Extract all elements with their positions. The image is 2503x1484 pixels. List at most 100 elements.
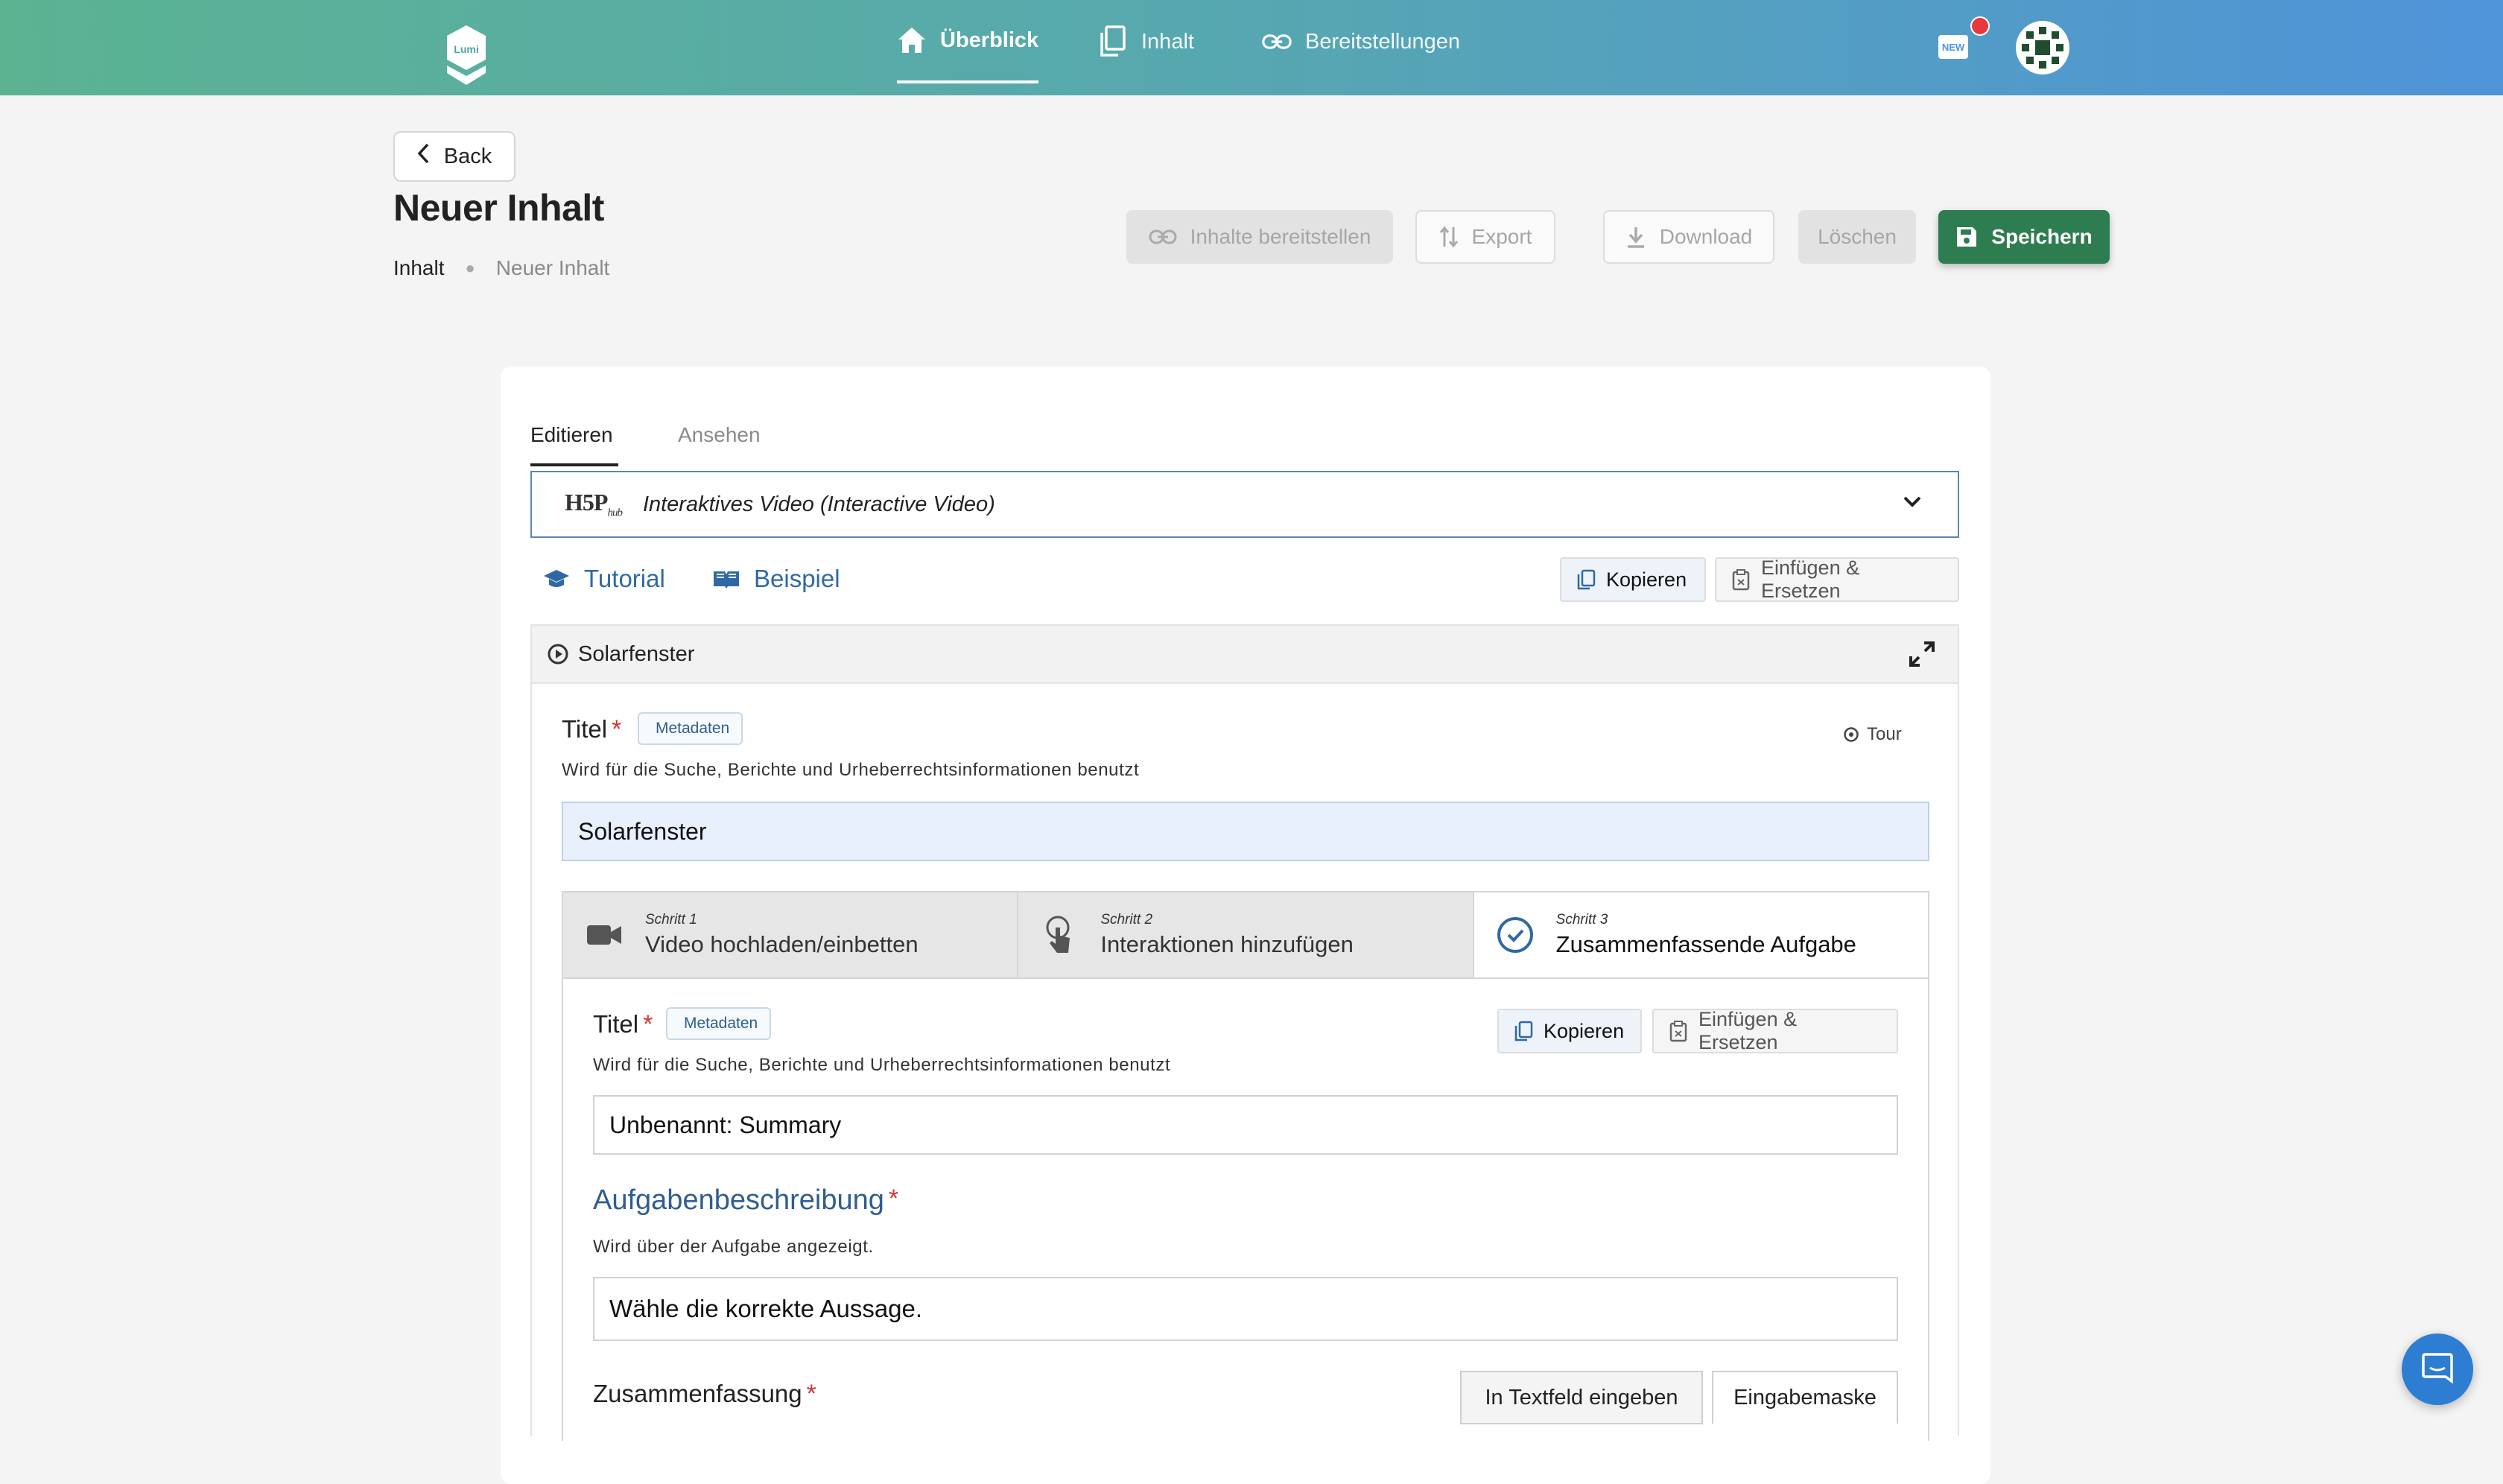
required-marker: * [643,1010,653,1039]
copy-icon [1576,569,1596,590]
paste-replace-label: Einfügen & Ersetzen [1761,556,1860,602]
summary-metadata-button[interactable]: Metadaten [666,1007,772,1040]
breadcrumb: Inhalt ● Neuer Inhalt [393,256,609,280]
required-marker: * [612,715,622,743]
step-3-label: Zusammenfassende Aufgabe [1555,931,1856,957]
summary-paste-replace-button[interactable]: Einfügen & Ersetzen [1652,1008,1898,1053]
export-button[interactable]: Export [1415,210,1555,264]
tour-label: Tour [1867,724,1902,744]
example-label: Beispiel [754,565,840,592]
title-hint: Wird für die Suche, Berichte und Urheber… [562,760,1140,780]
back-button[interactable]: Back [393,131,515,182]
new-features-icon[interactable]: NEW [1938,34,1969,60]
download-label: Download [1659,225,1753,248]
section-title: Solarfenster [578,641,695,666]
nav-overview-label: Überblick [940,28,1039,52]
chat-help-button[interactable] [2402,1334,2473,1405]
clipboard-icon [1669,1020,1688,1042]
export-arrows-icon [1439,226,1459,248]
chat-bubble-icon [2421,1351,2454,1388]
new-badge-text: NEW [1942,42,1965,53]
task-description-hint: Wird über der Aufgabe angezeigt. [593,1237,874,1257]
play-circle-icon [547,643,569,665]
nav-deployments[interactable]: Bereitstellungen [1262,0,1460,83]
logo-text: Lumi [454,43,478,55]
wizard-steps: Schritt 1 Video hochladen/einbetten Schr… [562,891,1929,979]
summary-label-text: Zusammenfassung [593,1380,802,1407]
clipboard-icon [1731,568,1751,591]
title-input[interactable]: Solarfenster [562,802,1929,861]
breadcrumb-current: Neuer Inhalt [495,256,610,279]
share-content-button[interactable]: Inhalte bereitstellen [1126,210,1393,264]
task-description-label: Aufgabenbeschreibung * [593,1185,898,1217]
save-disk-icon [1955,226,1978,248]
tutorial-link[interactable]: Tutorial [542,565,665,593]
step-add-interactions[interactable]: Schritt 2 Interaktionen hinzufügen [1017,892,1473,977]
summary-title-hint: Wird für die Suche, Berichte und Urheber… [593,1055,1171,1075]
check-circle-icon [1474,916,1556,954]
back-label: Back [443,144,492,168]
expand-icon[interactable] [1909,641,1935,673]
video-camera-icon [563,922,645,948]
page-title: Neuer Inhalt [393,187,604,229]
home-icon [897,25,927,55]
nav-deployments-label: Bereitstellungen [1305,29,1460,54]
step-summary-task[interactable]: Schritt 3 Zusammenfassende Aufgabe [1472,892,1928,977]
nav-overview[interactable]: Überblick [897,0,1039,83]
content-type-selector[interactable]: H5Phub Interaktives Video (Interactive V… [530,471,1959,538]
breadcrumb-content[interactable]: Inhalt [393,256,445,280]
link-icon [1149,229,1177,245]
metadata-button[interactable]: Metadaten [638,712,743,745]
chevron-down-icon [1903,495,1922,512]
step-3-sub: Schritt 3 [1555,912,1608,928]
step-upload-video[interactable]: Schritt 1 Video hochladen/einbetten [563,892,1018,977]
summary-title-label-text: Titel [593,1010,639,1038]
summary-paste-replace-label: Einfügen & Ersetzen [1698,1008,1798,1053]
task-description-input[interactable]: Wähle die korrekte Aussage. [593,1277,1898,1341]
video-section-header[interactable]: Solarfenster [530,624,1959,684]
summary-copy-button[interactable]: Kopieren [1497,1009,1642,1053]
notification-dot [1970,16,1990,36]
summary-title-input[interactable]: Unbenannt: Summary [593,1095,1898,1155]
tab-view[interactable]: Ansehen [678,423,761,447]
tutorial-label: Tutorial [584,565,665,592]
paste-replace-button[interactable]: Einfügen & Ersetzen [1715,556,1959,602]
download-button[interactable]: Download [1603,210,1774,264]
form-mode-button[interactable]: Eingabemaske [1712,1371,1898,1424]
link-icon [1262,27,1292,57]
hub-logo-sub: hub [607,507,622,519]
tour-icon [1843,726,1859,743]
required-marker: * [888,1185,899,1213]
download-icon [1625,226,1646,248]
step-1-sub: Schritt 1 [645,912,697,928]
summary-label: Zusammenfassung * [593,1380,816,1409]
summary-title-label: Titel * [593,1010,653,1039]
required-marker: * [806,1380,816,1408]
tab-edit[interactable]: Editieren [530,423,613,447]
copy-icon [1098,25,1128,57]
step-2-sub: Schritt 2 [1100,912,1153,928]
lumi-logo[interactable]: Lumi [444,24,489,86]
step-1-label: Video hochladen/einbetten [645,931,919,957]
copy-icon [1514,1021,1533,1041]
example-link[interactable]: Beispiel [712,565,840,593]
delete-label: Löschen [1818,225,1897,248]
step-2-label: Interaktionen hinzufügen [1100,931,1354,957]
copy-button[interactable]: Kopieren [1560,557,1706,602]
task-description-label-text: Aufgabenbeschreibung [593,1185,884,1216]
graduation-cap-icon [542,568,571,589]
share-content-label: Inhalte bereitstellen [1190,225,1371,248]
nav-content[interactable]: Inhalt [1098,0,1194,83]
delete-button[interactable]: Löschen [1798,210,1916,264]
save-button[interactable]: Speichern [1938,210,2110,264]
top-navigation-bar: Lumi Überblick Inhalt Bereitstellungen N… [0,0,2503,95]
text-field-mode-button[interactable]: In Textfeld eingeben [1460,1371,1703,1424]
copy-label: Kopieren [1606,568,1687,591]
hub-logo-text: H5P [565,489,608,516]
open-book-icon [712,568,740,589]
pointer-hand-icon [1018,914,1100,956]
user-avatar[interactable] [2016,21,2069,74]
tour-button[interactable]: Tour [1843,724,1902,745]
export-label: Export [1471,225,1532,248]
summary-copy-label: Kopieren [1544,1019,1625,1042]
